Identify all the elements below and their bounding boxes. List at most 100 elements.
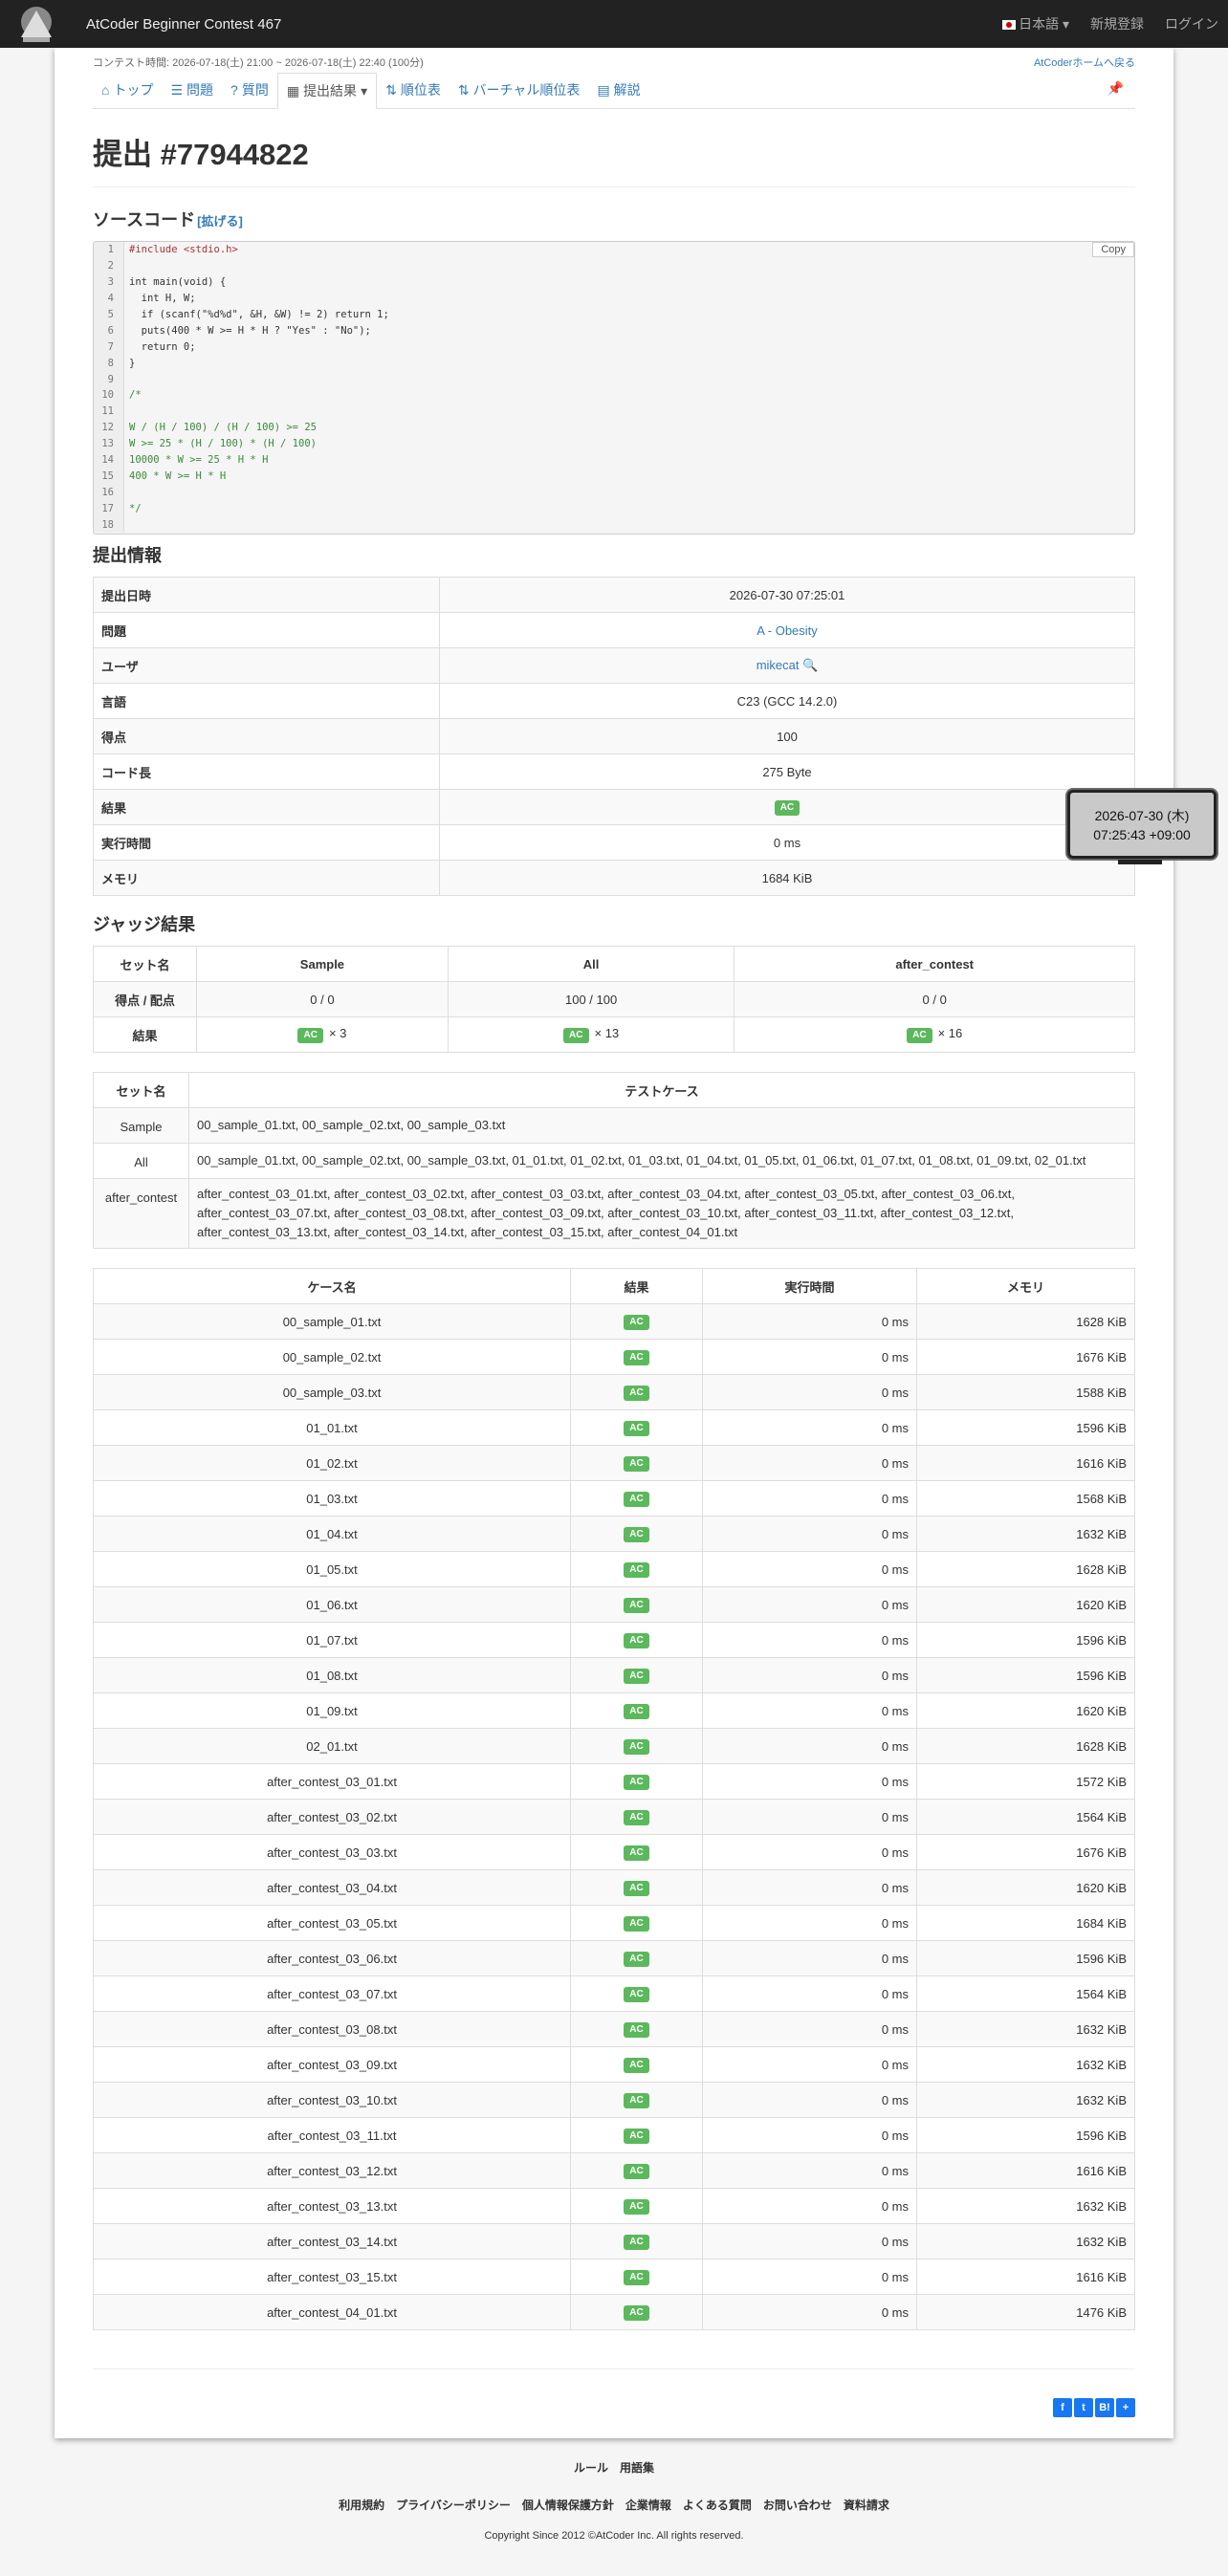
case-memory: 1616 KiB <box>916 2259 1135 2295</box>
case-result: AC <box>570 1834 703 1870</box>
status-badge: AC <box>624 1527 649 1542</box>
footer-link[interactable]: 資料請求 <box>844 2499 889 2512</box>
table-row: after_contest_03_11.txt AC 0 ms 1596 KiB <box>93 2117 1135 2153</box>
info-key: 実行時間 <box>93 824 440 861</box>
case-result: AC <box>570 1869 703 1906</box>
case-memory: 1628 KiB <box>916 1551 1135 1587</box>
info-value: 275 Byte <box>439 753 1135 790</box>
judge-header-row: セット名 Sample All after_contest <box>93 946 1135 982</box>
source-heading-text: ソースコード <box>93 210 196 229</box>
atcoder-logo[interactable] <box>10 2 63 46</box>
share-plus-icon[interactable]: + <box>1116 2398 1135 2417</box>
source-code-block[interactable]: Copy 1 #include <stdio.h> 2 3 int main(void)… <box>93 241 1135 535</box>
footer-link[interactable]: 用語集 <box>620 2461 654 2475</box>
code-line: 11 <box>94 403 1134 420</box>
tab-0[interactable]: ⌂ トップ <box>93 72 162 108</box>
copy-button[interactable]: Copy <box>1092 242 1134 257</box>
info-row: メモリ 1684 KiB <box>93 860 1135 896</box>
footer-link[interactable]: プライバシーポリシー <box>396 2499 511 2512</box>
case-name: after_contest_03_01.txt <box>93 1763 571 1800</box>
problem-link[interactable]: A - Obesity <box>757 623 818 638</box>
testset-row: All 00_sample_01.txt, 00_sample_02.txt, 0… <box>93 1143 1135 1179</box>
judge-score: 100 / 100 <box>447 981 735 1017</box>
footer-link[interactable]: 個人情報保護方針 <box>522 2499 614 2512</box>
case-memory: 1632 KiB <box>916 2011 1135 2047</box>
case-memory: 1684 KiB <box>916 1905 1135 1941</box>
case-time: 0 ms <box>702 1799 917 1835</box>
status-badge: AC <box>624 1350 649 1365</box>
expand-link[interactable]: [拡げる] <box>197 214 243 229</box>
code-line: 8} <box>94 355 1134 372</box>
tooltip-date: 2026-07-30 (木) <box>1094 808 1190 823</box>
case-name: 01_01.txt <box>93 1409 571 1446</box>
status-badge: AC <box>624 1916 649 1932</box>
table-row: 01_04.txt AC 0 ms 1632 KiB <box>93 1516 1135 1552</box>
table-row: after_contest_03_14.txt AC 0 ms 1632 KiB <box>93 2223 1135 2259</box>
status-badge: AC <box>624 1952 649 1967</box>
search-icon[interactable]: 🔍 <box>799 658 818 672</box>
tab-5[interactable]: ⇅ バーチャル順位表 <box>450 72 589 108</box>
submission-info-table: 提出日時 2026-07-30 07:25:01 問題 A - Obesity ユーザ m… <box>93 577 1135 896</box>
hatena-icon[interactable]: B! <box>1095 2398 1114 2417</box>
footer-link[interactable]: お問い合わせ <box>763 2499 832 2512</box>
ac-count: × 16 <box>937 1026 963 1040</box>
footer-link[interactable]: 利用規約 <box>339 2499 384 2512</box>
line-content: int main(void) { <box>129 276 227 289</box>
language-dropdown[interactable]: 日本語 ▾ <box>1002 14 1069 33</box>
line-number: 2 <box>94 257 124 274</box>
testset-cases: 00_sample_01.txt, 00_sample_02.txt, 00_s… <box>188 1143 1135 1179</box>
code-line: 13 W >= 25 * (H / 100) * (H / 100) <box>94 435 1134 452</box>
tab-2[interactable]: ? 質問 <box>222 72 277 108</box>
case-result: AC <box>570 2011 703 2047</box>
tab-6[interactable]: ▤ 解説 <box>588 72 648 108</box>
case-name: after_contest_03_10.txt <box>93 2082 571 2118</box>
testcase-header: 結果 <box>570 1268 703 1304</box>
pin-icon[interactable]: 📌 <box>1107 80 1124 97</box>
ac-count: × 3 <box>328 1026 347 1040</box>
table-row: after_contest_03_04.txt AC 0 ms 1620 KiB <box>93 1869 1135 1906</box>
footer-link[interactable]: ルール <box>574 2461 608 2475</box>
twitter-icon[interactable]: t <box>1074 2398 1093 2417</box>
language-label: 日本語 <box>1019 16 1060 32</box>
footer-link[interactable]: 企業情報 <box>625 2499 671 2512</box>
user-link[interactable]: mikecat <box>757 658 800 672</box>
footer-row1: ルール 用語集 <box>0 2459 1228 2476</box>
case-time: 0 ms <box>702 1480 917 1517</box>
case-memory: 1588 KiB <box>916 1374 1135 1410</box>
case-memory: 1676 KiB <box>916 1834 1135 1870</box>
tab-3[interactable]: ▦ 提出結果 ▾ <box>276 73 378 109</box>
case-time: 0 ms <box>702 1834 917 1870</box>
atcoder-home-link[interactable]: AtCoderホームへ戻る <box>1034 55 1135 71</box>
facebook-icon[interactable]: f <box>1053 2398 1072 2417</box>
tab-4[interactable]: ⇅ 順位表 <box>377 72 450 108</box>
status-badge: AC <box>624 2093 649 2108</box>
login-link[interactable]: ログイン <box>1165 14 1218 33</box>
footer-link[interactable]: よくある質問 <box>683 2499 752 2512</box>
case-result: AC <box>570 2082 703 2118</box>
judge-score: 0 / 0 <box>734 981 1135 1017</box>
case-name: 01_02.txt <box>93 1445 571 1481</box>
status-badge: AC <box>624 1386 649 1401</box>
table-row: 02_01.txt AC 0 ms 1628 KiB <box>93 1728 1135 1764</box>
case-time: 0 ms <box>702 1409 917 1446</box>
case-time: 0 ms <box>702 1516 917 1552</box>
signup-link[interactable]: 新規登録 <box>1090 14 1144 33</box>
case-time: 0 ms <box>702 1551 917 1587</box>
table-row: 01_01.txt AC 0 ms 1596 KiB <box>93 1409 1135 1446</box>
tab-1[interactable]: ☰ 問題 <box>162 72 222 108</box>
code-line: 3 int main(void) { <box>94 273 1134 291</box>
case-name: 01_03.txt <box>93 1480 571 1517</box>
tab-label: 問題 <box>186 82 214 98</box>
info-heading: 提出情報 <box>93 546 162 565</box>
testset-cases: after_contest_03_01.txt, after_contest_0… <box>188 1178 1135 1249</box>
code-line: 2 <box>94 257 1134 274</box>
case-time: 0 ms <box>702 1763 917 1800</box>
case-time: 0 ms <box>702 1692 917 1729</box>
case-result: AC <box>570 1728 703 1764</box>
case-time: 0 ms <box>702 1586 917 1623</box>
contest-brand[interactable]: AtCoder Beginner Contest 467 <box>86 16 281 33</box>
case-memory: 1628 KiB <box>916 1728 1135 1764</box>
case-result: AC <box>570 1480 703 1517</box>
testset-cases-header: テストケース <box>188 1072 1135 1108</box>
line-content: W / (H / 100) / (H / 100) >= 25 <box>129 422 317 434</box>
